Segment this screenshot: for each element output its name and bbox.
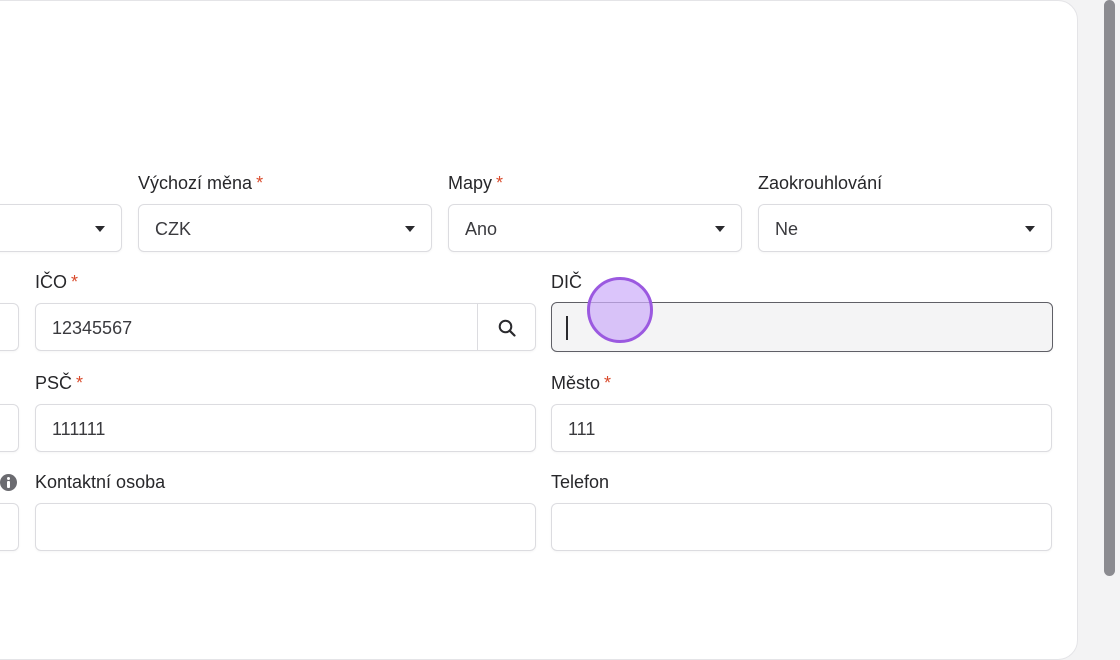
phone-label: Telefon bbox=[551, 472, 610, 492]
psc-label: PSČ * bbox=[35, 373, 84, 393]
partial-select-left[interactable] bbox=[0, 204, 122, 252]
chevron-down-icon bbox=[405, 226, 415, 232]
currency-select[interactable]: CZK bbox=[138, 204, 432, 252]
chevron-down-icon bbox=[95, 226, 105, 232]
psc-value: 111111 bbox=[52, 419, 106, 439]
rounding-select[interactable]: Ne bbox=[758, 204, 1052, 252]
chevron-down-icon bbox=[715, 226, 725, 232]
rounding-value: Ne bbox=[775, 219, 799, 239]
maps-value: Ano bbox=[465, 219, 498, 239]
psc-input[interactable]: 111111 bbox=[35, 404, 536, 452]
city-value: 111 bbox=[568, 419, 596, 439]
ico-label: IČO * bbox=[35, 272, 79, 292]
maps-label: Mapy * bbox=[448, 173, 504, 193]
info-icon[interactable] bbox=[0, 474, 17, 491]
ico-value: 12345567 bbox=[52, 318, 133, 338]
dic-label: DIČ bbox=[551, 272, 582, 292]
required-mark: * bbox=[256, 173, 264, 193]
required-mark: * bbox=[604, 373, 612, 393]
currency-label: Výchozí měna * bbox=[138, 173, 264, 193]
contact-input[interactable] bbox=[35, 503, 536, 551]
ico-input[interactable]: 12345567 bbox=[35, 303, 536, 351]
city-label: Město * bbox=[551, 373, 612, 393]
chevron-down-icon bbox=[1025, 226, 1035, 232]
rounding-label: Zaokrouhlování bbox=[758, 173, 883, 193]
ico-search-button[interactable] bbox=[477, 304, 535, 350]
required-mark: * bbox=[71, 272, 79, 292]
contact-label: Kontaktní osoba bbox=[35, 472, 166, 492]
partial-input-left[interactable] bbox=[0, 303, 19, 351]
partial-input-left[interactable] bbox=[0, 503, 19, 551]
currency-value: CZK bbox=[155, 219, 191, 239]
scrollbar-thumb[interactable] bbox=[1104, 0, 1115, 576]
city-input[interactable]: 111 bbox=[551, 404, 1052, 452]
phone-input[interactable] bbox=[551, 503, 1052, 551]
required-mark: * bbox=[76, 373, 84, 393]
click-indicator bbox=[587, 277, 653, 343]
partial-input-left[interactable] bbox=[0, 404, 19, 452]
maps-select[interactable]: Ano bbox=[448, 204, 742, 252]
required-mark: * bbox=[496, 173, 504, 193]
text-cursor bbox=[566, 316, 568, 340]
search-icon bbox=[498, 319, 516, 337]
